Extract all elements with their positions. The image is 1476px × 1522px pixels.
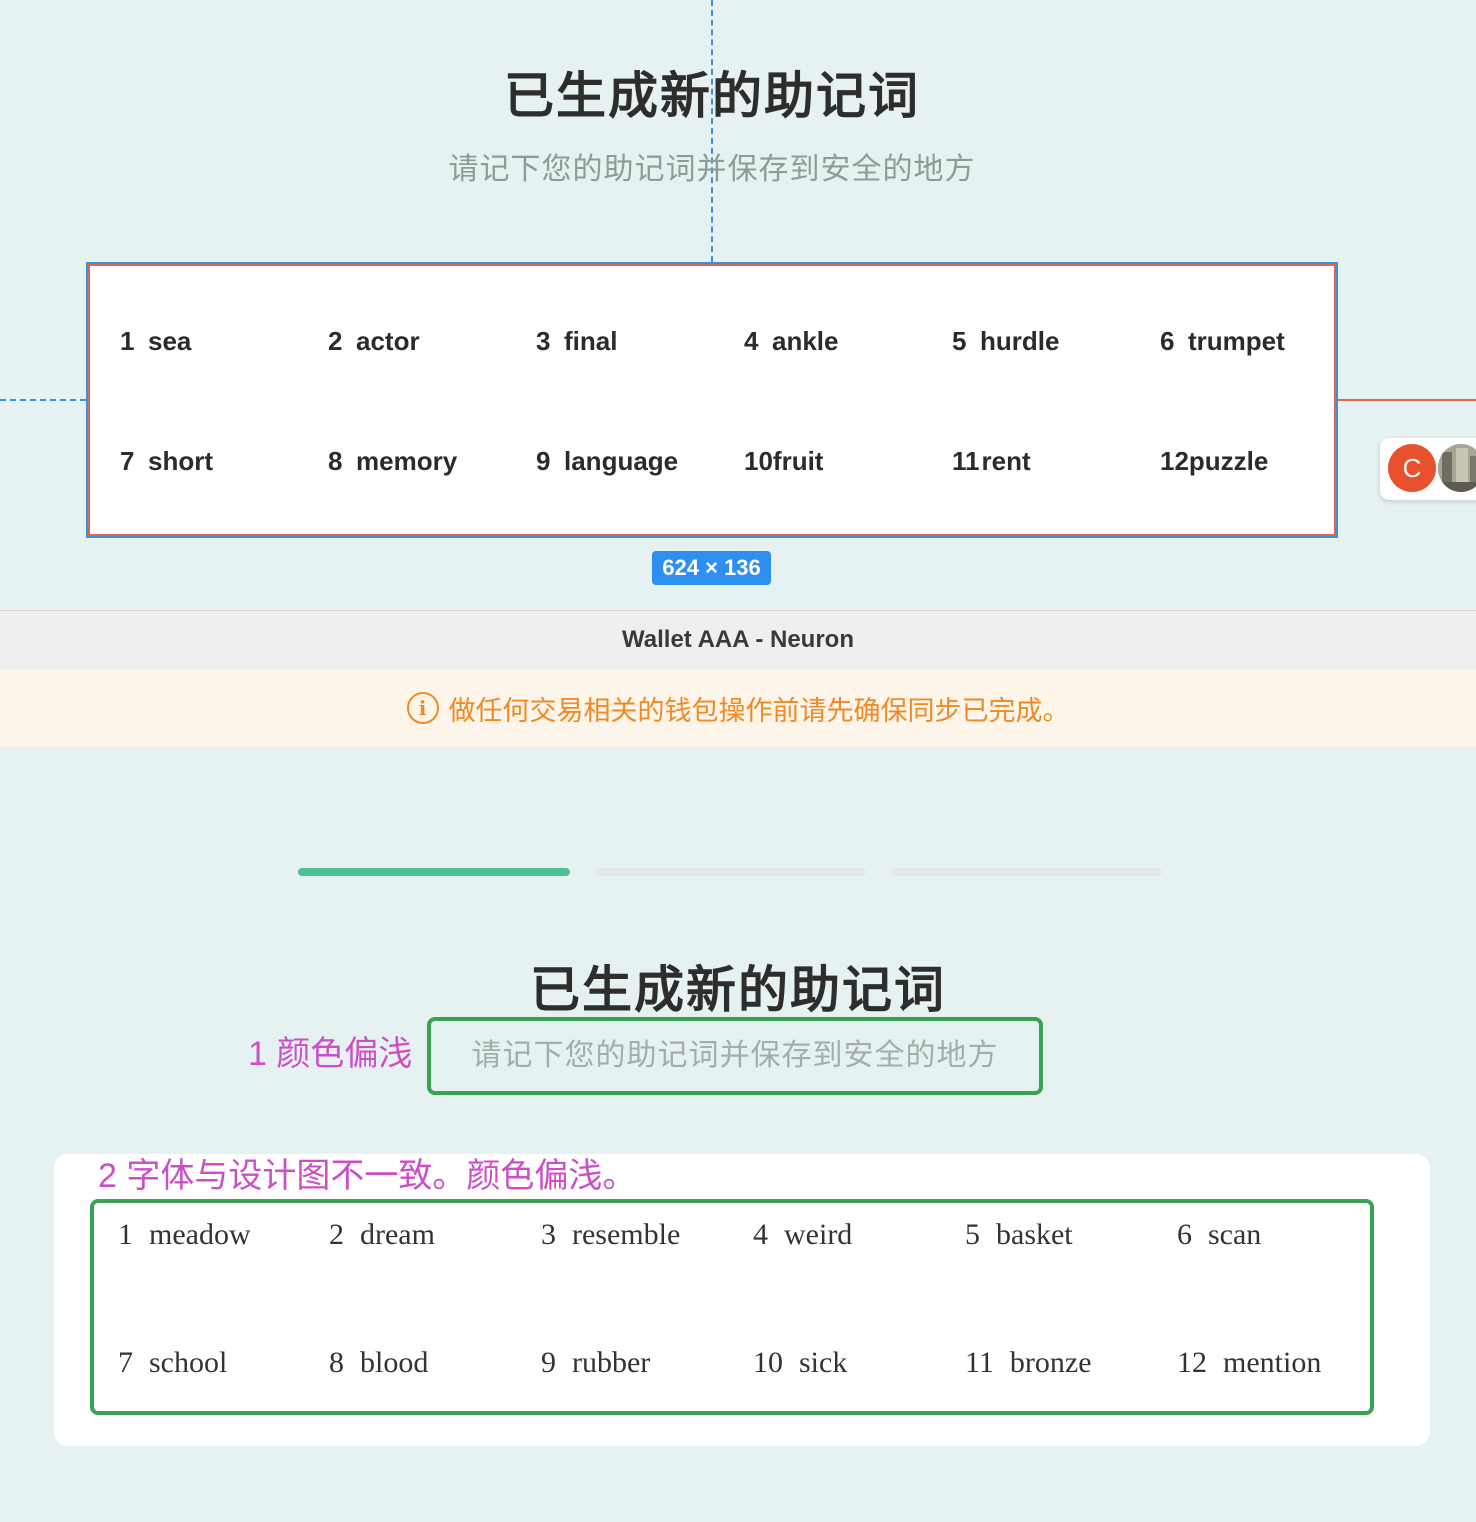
info-icon: i <box>406 692 439 724</box>
step-indicator-2 <box>594 868 866 876</box>
mnemonic-word-1: 1 meadow <box>118 1218 251 1251</box>
size-badge: 624 × 136 <box>652 551 771 585</box>
design-word-2: 2 actor <box>328 326 420 356</box>
mnemonic-word-6: 6 scan <box>1177 1218 1262 1251</box>
window-titlebar: Wallet AAA - Neuron <box>0 610 1476 670</box>
annotation-note-2: 2 字体与设计图不一致。颜色偏浅。 <box>98 1157 637 1195</box>
design-word-5: 5 hurdle <box>952 326 1060 356</box>
design-word-8: 8 memory <box>328 446 458 476</box>
mnemonic-word-3: 3 resemble <box>541 1218 681 1251</box>
design-word-9: 9 language <box>536 446 679 476</box>
sync-warning-text: 做任何交易相关的钱包操作前请先确保同步已完成。 <box>448 695 1070 726</box>
annotation-note-1: 1 颜色偏浅 <box>248 1035 413 1073</box>
mnemonic-word-4: 4 weird <box>753 1218 853 1251</box>
annotation-box-subtitle <box>427 1017 1043 1095</box>
design-word-7: 7 short <box>120 446 213 476</box>
design-word-10: 10fruit <box>744 446 824 476</box>
mnemonic-word-10: 10 sick <box>753 1346 848 1379</box>
horizontal-guide-line-left <box>0 399 86 401</box>
mnemonic-word-7: 7 school <box>118 1346 228 1379</box>
mnemonic-word-2: 2 dream <box>329 1218 435 1251</box>
mnemonic-word-8: 8 blood <box>329 1346 429 1379</box>
design-subtitle: 请记下您的助记词并保存到安全的地方 <box>448 153 976 186</box>
mnemonic-word-5: 5 basket <box>965 1218 1073 1251</box>
design-word-11: 11rent <box>952 446 1031 476</box>
page-title: 已生成新的助记词 <box>530 962 946 1018</box>
design-mnemonic-card[interactable]: 1 sea 2 actor 3 final 4 ankle 5 hurdle 6 trump… <box>86 262 1338 538</box>
avatar-photo[interactable] <box>1438 444 1476 492</box>
sync-warning-bar: i 做任何交易相关的钱包操作前请先确保同步已完成。 <box>0 669 1476 747</box>
mnemonic-word-12: 12 mention <box>1177 1346 1322 1379</box>
avatar-letter[interactable]: C <box>1388 444 1436 492</box>
design-word-3: 3 final <box>536 326 618 356</box>
mnemonic-word-11: 11 bronze <box>965 1346 1092 1379</box>
step-indicator-3 <box>890 868 1162 876</box>
design-word-12: 12puzzle <box>1160 446 1269 476</box>
design-title: 已生成新的助记词 <box>504 68 920 124</box>
design-word-6: 6 trumpet <box>1160 326 1285 356</box>
step-indicator-1 <box>298 868 570 876</box>
avatar-photo-icon <box>1438 444 1476 492</box>
mnemonic-word-9: 9 rubber <box>541 1346 651 1379</box>
design-word-4: 4 ankle <box>744 326 839 356</box>
vertical-guide-line <box>711 0 713 262</box>
design-word-1: 1 sea <box>120 326 192 356</box>
horizontal-guide-line-right <box>1338 399 1476 401</box>
